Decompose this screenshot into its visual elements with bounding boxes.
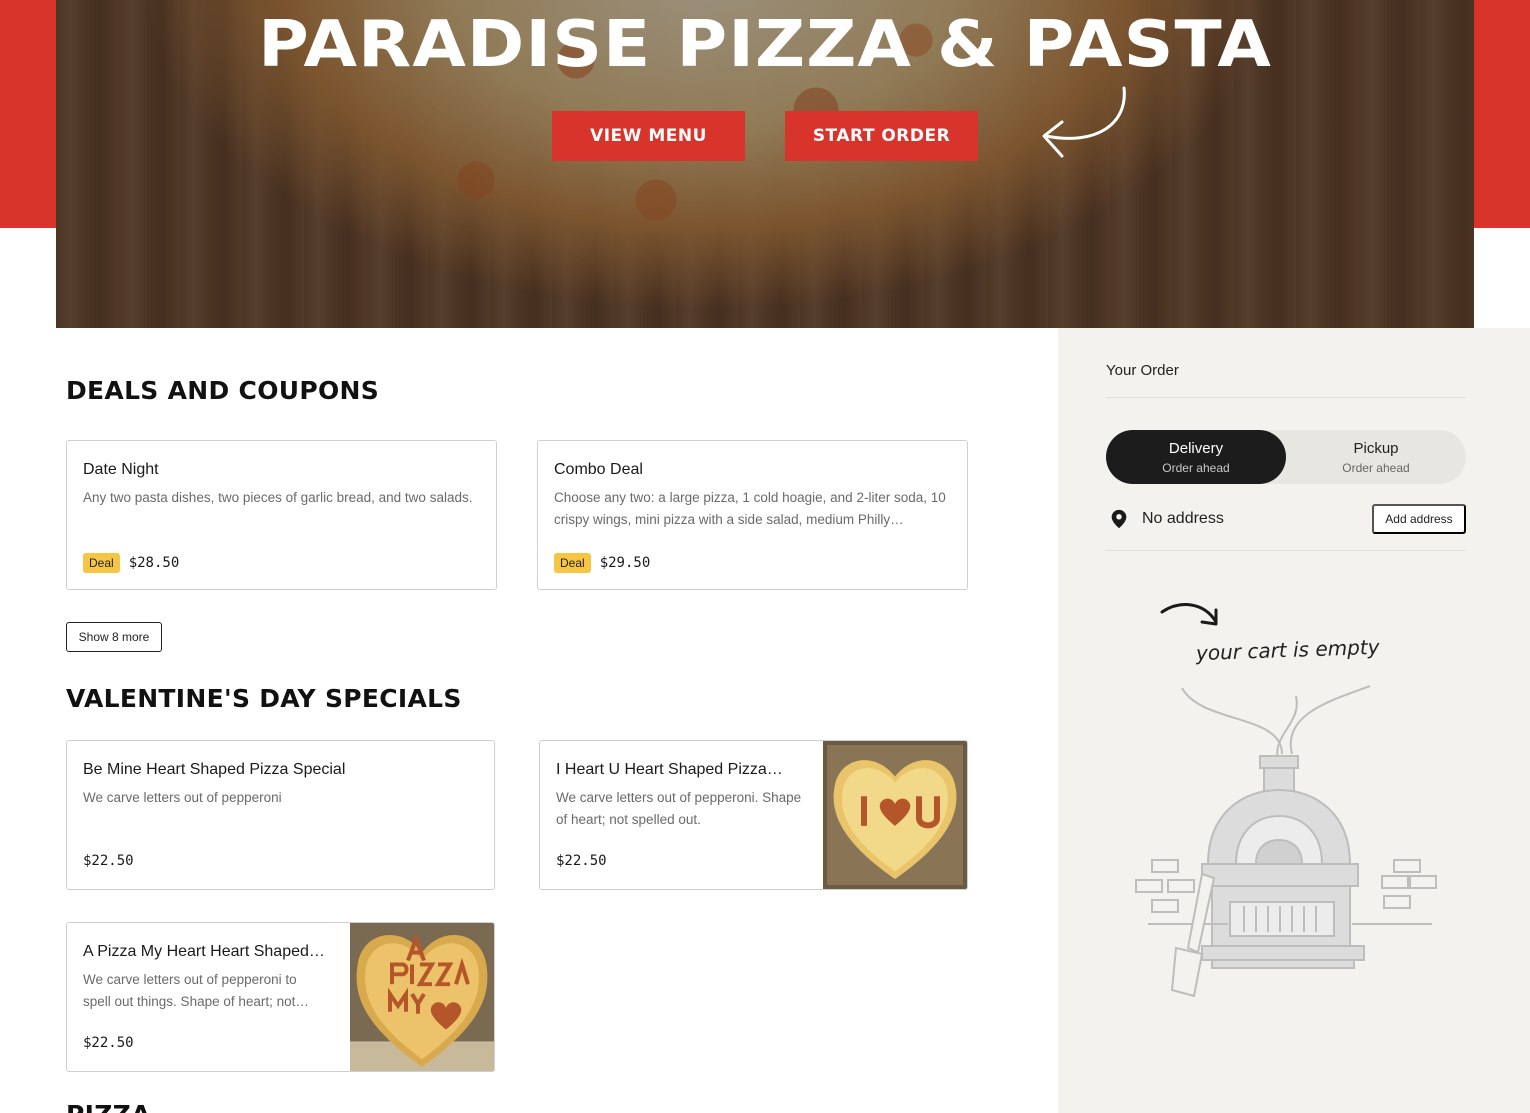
- no-address-text: No address: [1142, 510, 1224, 527]
- pizza-oven-illustration: [1135, 685, 1437, 998]
- heart-pizza-photo: [823, 741, 967, 889]
- delivery-label: Delivery: [1168, 439, 1224, 457]
- card-price: $22.50: [556, 853, 607, 869]
- delivery-sublabel: Order ahead: [1162, 460, 1230, 475]
- deal-card-combo[interactable]: Combo Deal Choose any two: a large pizza…: [537, 440, 968, 590]
- pickup-option[interactable]: Pickup Order ahead: [1286, 430, 1466, 484]
- delivery-option[interactable]: Delivery Order ahead: [1106, 430, 1286, 484]
- card-price: $28.50: [128, 555, 180, 571]
- card-price: $22.50: [83, 1035, 134, 1051]
- card-price-row: Deal $29.50: [554, 553, 650, 573]
- start-order-button[interactable]: START ORDER: [785, 111, 978, 161]
- order-sidebar: Your Order Delivery Order ahead Pickup O…: [1058, 328, 1530, 1113]
- card-description: We carve letters out of pepperoni: [83, 790, 282, 805]
- card-price-row: Deal $28.50: [83, 553, 179, 573]
- menu-item-card[interactable]: A Pizza My Heart Heart Shaped… We carve …: [66, 922, 495, 1072]
- card-title: A Pizza My Heart Heart Shaped…: [83, 943, 325, 960]
- curved-arrow-icon: [1042, 86, 1126, 158]
- card-title: Combo Deal: [554, 461, 643, 478]
- address-row: No address Add address: [1106, 504, 1466, 534]
- heart-pizza-photo: [350, 923, 494, 1071]
- card-description: We carve letters out of pepperoni. Shape…: [556, 790, 802, 827]
- pickup-sublabel: Order ahead: [1342, 460, 1410, 475]
- pickup-label: Pickup: [1353, 439, 1399, 457]
- card-price: $22.50: [83, 853, 134, 869]
- card-price-value: $22.50: [556, 853, 607, 869]
- card-title: Date Night: [83, 461, 159, 478]
- deals-heading: DEALS AND COUPONS: [66, 376, 380, 405]
- view-menu-button[interactable]: VIEW MENU: [552, 111, 745, 161]
- card-description: Choose any two: a large pizza, 1 cold ho…: [554, 490, 946, 527]
- card-price: $29.50: [599, 555, 651, 571]
- card-description: Any two pasta dishes, two pieces of garl…: [83, 490, 473, 505]
- card-price-value: $22.50: [83, 853, 134, 869]
- card-title: Be Mine Heart Shaped Pizza Special: [83, 761, 346, 778]
- deal-badge: Deal: [83, 553, 120, 573]
- menu-item-card[interactable]: I Heart U Heart Shaped Pizza… We carve l…: [539, 740, 968, 890]
- your-order-title: Your Order: [1106, 362, 1179, 379]
- deal-badge: Deal: [554, 553, 591, 573]
- deal-card-date-night[interactable]: Date Night Any two pasta dishes, two pie…: [66, 440, 497, 590]
- card-title: I Heart U Heart Shaped Pizza…: [556, 761, 783, 778]
- divider: [1106, 397, 1466, 398]
- location-pin-icon: [1111, 509, 1127, 529]
- card-description: We carve letters out of pepperoni to spe…: [83, 972, 309, 1009]
- valentines-heading: VALENTINE'S DAY SPECIALS: [66, 684, 462, 713]
- divider: [1106, 550, 1466, 551]
- order-type-toggle: Delivery Order ahead Pickup Order ahead: [1106, 430, 1466, 484]
- pizza-heading: PIZZA: [66, 1100, 151, 1113]
- show-more-deals-button[interactable]: Show 8 more: [66, 622, 162, 652]
- menu-item-card[interactable]: Be Mine Heart Shaped Pizza Special We ca…: [66, 740, 495, 890]
- card-price-value: $22.50: [83, 1035, 134, 1051]
- add-address-button[interactable]: Add address: [1372, 504, 1466, 534]
- restaurant-title: PARADISE PIZZA & PASTA: [258, 8, 1272, 82]
